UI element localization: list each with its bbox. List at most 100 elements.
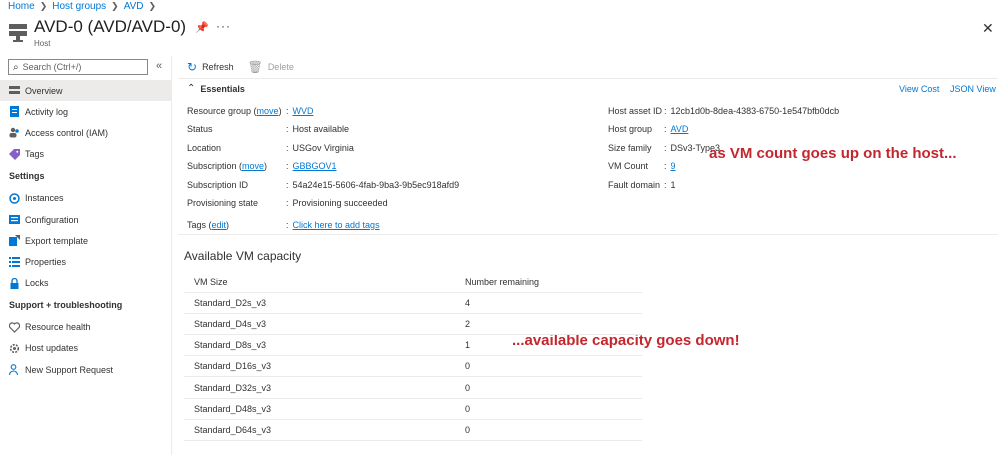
sidebar-item-label: Locks xyxy=(25,278,49,289)
prop-value: USGov Virginia xyxy=(292,143,354,153)
sidebar-item-label: Resource health xyxy=(25,322,91,333)
collapse-sidebar-icon[interactable]: « xyxy=(156,60,162,72)
sidebar-item-properties[interactable]: Properties xyxy=(0,251,171,272)
prop-label: Provisioning state xyxy=(187,198,259,208)
sidebar-item-label: Export template xyxy=(25,235,89,246)
table-row: Standard_D48s_v3 0 xyxy=(184,399,642,420)
breadcrumb-avd[interactable]: AVD xyxy=(124,1,144,12)
sidebar-item-tags[interactable]: Tags xyxy=(0,144,171,165)
sidebar-item-label: Tags xyxy=(25,149,45,160)
export-template-icon xyxy=(9,235,20,247)
sidebar-item-locks[interactable]: Locks xyxy=(0,273,171,294)
prop-label: Size family xyxy=(608,143,652,153)
overview-icon xyxy=(9,85,20,96)
people-icon xyxy=(9,127,20,138)
command-bar: ↻ Refresh 🗑 Delete xyxy=(187,59,308,75)
essentials-toggle[interactable]: ⌃ Essentials xyxy=(187,83,245,94)
sidebar-item-host-updates[interactable]: Host updates xyxy=(0,338,171,359)
json-view-link[interactable]: JSON View xyxy=(950,84,996,94)
sidebar-item-instances[interactable]: Instances xyxy=(0,188,171,209)
refresh-label: Refresh xyxy=(202,62,234,72)
view-cost-link[interactable]: View Cost xyxy=(899,84,939,94)
search-input[interactable]: ⌕ Search (Ctrl+/) xyxy=(8,59,148,75)
prop-colon: : xyxy=(664,180,667,190)
prop-colon: : xyxy=(286,220,289,230)
delete-label: Delete xyxy=(267,62,294,72)
sidebar-item-access-control[interactable]: Access control (IAM) xyxy=(0,122,171,143)
refresh-button[interactable]: ↻ Refresh xyxy=(187,60,234,74)
lock-icon xyxy=(9,277,20,289)
capacity-table: VM Size Number remaining Standard_D2s_v3… xyxy=(184,272,642,441)
prop-label: Resource group (move) xyxy=(187,106,282,116)
heart-icon xyxy=(9,322,20,333)
chevron-right-icon: ❯ xyxy=(148,1,157,11)
sidebar-item-label: Host updates xyxy=(25,343,79,354)
prop-tags: Tags (edit) : Click here to add tags xyxy=(187,220,380,230)
more-options-icon[interactable]: ··· xyxy=(216,19,231,33)
breadcrumb: Home ❯ Host groups ❯ AVD ❯ xyxy=(8,0,161,13)
resource-group-link[interactable]: WVD xyxy=(293,106,314,116)
breadcrumb-host-groups[interactable]: Host groups xyxy=(52,1,106,12)
prop-provisioning-state: Provisioning state : Provisioning succee… xyxy=(187,198,388,208)
resource-group-move-link[interactable]: move xyxy=(257,106,279,116)
prop-colon: : xyxy=(664,161,667,171)
prop-label: Tags (edit) xyxy=(187,220,230,230)
sidebar-item-new-support-request[interactable]: New Support Request xyxy=(0,359,171,380)
sidebar-item-configuration[interactable]: Configuration xyxy=(0,209,171,230)
prop-colon: : xyxy=(664,143,667,153)
prop-label: Host asset ID xyxy=(608,106,663,116)
capacity-title: Available VM capacity xyxy=(184,249,302,263)
prop-value: Provisioning succeeded xyxy=(292,198,388,208)
sidebar-item-label: New Support Request xyxy=(25,364,114,375)
chevron-right-icon: ❯ xyxy=(39,1,48,11)
chevron-up-icon: ⌃ xyxy=(187,83,196,94)
column-header-number-remaining: Number remaining xyxy=(465,277,540,288)
cell-vm-size: Standard_D64s_v3 xyxy=(194,424,272,435)
page-title: AVD-0 (AVD/AVD-0) xyxy=(34,17,187,36)
delete-button[interactable]: 🗑 Delete xyxy=(248,60,294,74)
close-icon[interactable]: ✕ xyxy=(982,20,994,37)
add-tags-link[interactable]: Click here to add tags xyxy=(293,220,380,230)
sidebar-item-activity-log[interactable]: Activity log xyxy=(0,101,171,122)
subscription-link[interactable]: GBBGOV1 xyxy=(293,161,337,171)
sidebar-item-label: Configuration xyxy=(25,214,79,225)
sidebar-item-label: Overview xyxy=(25,85,63,96)
search-placeholder: Search (Ctrl+/) xyxy=(22,62,82,72)
sidebar-item-overview[interactable]: Overview xyxy=(0,80,171,102)
table-row: Standard_D8s_v3 1 xyxy=(184,335,642,357)
subscription-move-link[interactable]: move xyxy=(242,161,264,171)
cell-vm-size: Standard_D16s_v3 xyxy=(194,361,272,372)
prop-value: 1 xyxy=(670,180,676,190)
essentials-title: Essentials xyxy=(200,83,245,94)
essentials-divider xyxy=(178,234,998,235)
prop-label: Subscription (move) xyxy=(187,161,268,171)
cell-number-remaining: 4 xyxy=(465,298,471,309)
annotation-vm-count: as VM count goes up on the host... xyxy=(709,145,957,162)
prop-subscription-id: Subscription ID : 54a24e15-5606-4fab-9ba… xyxy=(187,180,459,190)
prop-vm-count: VM Count : 9 xyxy=(608,161,676,171)
cell-vm-size: Standard_D4s_v3 xyxy=(194,319,267,330)
prop-subscription: Subscription (move) : GBBGOV1 xyxy=(187,161,337,171)
prop-label: VM Count xyxy=(608,161,649,171)
host-group-link[interactable]: AVD xyxy=(671,124,689,134)
prop-label: Host group xyxy=(608,124,653,134)
prop-location: Location : USGov Virginia xyxy=(187,143,354,153)
prop-colon: : xyxy=(286,180,289,190)
sidebar-item-resource-health[interactable]: Resource health xyxy=(0,317,171,338)
prop-colon: : xyxy=(664,124,667,134)
sidebar-item-label: Instances xyxy=(25,193,64,204)
vm-count-link[interactable]: 9 xyxy=(671,161,676,171)
trash-icon: 🗑 xyxy=(247,60,263,74)
sidebar-item-export-template[interactable]: Export template xyxy=(0,230,171,251)
breadcrumb-home[interactable]: Home xyxy=(8,1,35,12)
prop-label: Location xyxy=(187,143,222,153)
sidebar-item-label: Properties xyxy=(25,256,67,267)
table-row: Standard_D32s_v3 0 xyxy=(184,377,642,399)
prop-resource-group: Resource group (move) : WVD xyxy=(187,106,314,116)
sidebar-section-settings: Settings xyxy=(9,171,45,182)
pin-icon[interactable]: 📌 xyxy=(195,21,209,34)
tags-edit-link[interactable]: edit xyxy=(212,220,227,230)
prop-colon: : xyxy=(286,161,289,171)
prop-colon: : xyxy=(286,106,289,116)
column-header-vm-size: VM Size xyxy=(194,277,228,288)
